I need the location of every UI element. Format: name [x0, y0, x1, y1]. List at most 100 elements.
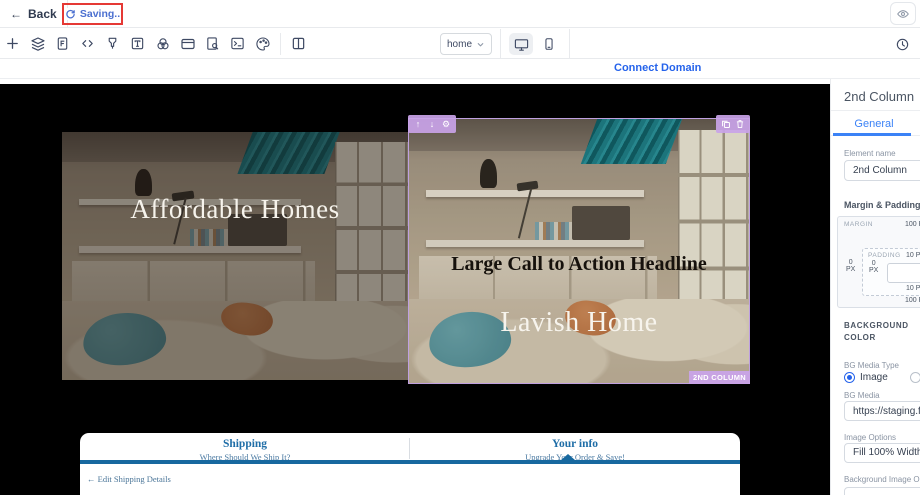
saving-button[interactable]: Saving.. — [64, 8, 121, 20]
margin-padding-label: Margin & Padding — [844, 200, 920, 210]
margin-left-value[interactable]: 0 PX — [846, 259, 855, 273]
selection-badge: 2ND COLUMN — [689, 371, 750, 384]
add-element-button[interactable] — [0, 31, 25, 57]
column2-headline[interactable]: Large Call to Action Headline — [409, 253, 749, 276]
domain-banner: Connect Domain — [0, 60, 920, 79]
content-value-input[interactable] — [887, 263, 920, 283]
padding-label: PADDING — [868, 252, 901, 259]
move-down-icon[interactable]: ↓ — [426, 117, 438, 131]
theme-button[interactable] — [250, 31, 275, 57]
form-icon — [57, 37, 68, 50]
device-toggle-group — [500, 29, 570, 59]
saving-annotation-box: Saving.. — [62, 3, 123, 25]
style-button[interactable] — [100, 31, 125, 57]
duplicate-icon[interactable] — [720, 117, 732, 131]
hero-column-1[interactable]: Affordable Homes — [62, 132, 408, 380]
margin-label: MARGIN — [844, 221, 873, 228]
back-button[interactable]: ← Back — [0, 7, 67, 21]
divider — [280, 32, 281, 55]
layers-icon — [30, 36, 45, 51]
page-selector-value: home — [447, 38, 473, 50]
bg-media-type-label: BG Media Type — [844, 361, 899, 370]
mobile-view-button[interactable] — [537, 33, 561, 55]
divider — [831, 110, 920, 111]
bg-media-type-options: Image Video — [844, 372, 920, 383]
bg-image-opacity-input[interactable] — [844, 487, 920, 495]
mobile-icon — [545, 38, 553, 50]
history-clock-icon — [896, 38, 908, 50]
terminal-icon — [231, 37, 244, 50]
margin-bottom-value[interactable]: 100 PX — [905, 297, 920, 304]
preview-button[interactable] — [890, 2, 916, 25]
image-options-label: Image Options — [844, 433, 897, 442]
move-up-icon[interactable]: ↑ — [412, 117, 424, 131]
image-options-select[interactable]: Fill 100% Width & He — [844, 443, 920, 463]
back-arrow-icon: ← — [10, 6, 22, 21]
bg-media-input[interactable] — [844, 401, 920, 421]
margin-top-value[interactable]: 100 PX — [905, 221, 920, 228]
code-button[interactable] — [75, 31, 100, 57]
radio-video[interactable] — [909, 372, 920, 383]
sync-icon — [66, 9, 75, 18]
step-title: Your info — [551, 438, 599, 450]
edit-shipping-link[interactable]: ← Edit Shipping Details — [87, 474, 171, 484]
page-selector[interactable]: home — [440, 33, 492, 55]
margin-padding-row[interactable]: Margin & Padding — [844, 199, 920, 211]
chevron-down-icon — [477, 42, 484, 46]
hero-column-2-selected[interactable]: Large Call to Action Headline Lavish Hom… — [408, 115, 750, 384]
bg-image-opacity-label: Background Image Opacity — [844, 475, 920, 484]
blend-button[interactable] — [150, 31, 175, 57]
margin-box: MARGIN 100 PX 0PX 100 PX PADDING 10 PX 0… — [837, 216, 920, 308]
selection-toolbar-right — [716, 115, 750, 133]
bg-media-label: BG Media — [844, 391, 880, 400]
step-title: Shipping — [222, 438, 268, 450]
page-canvas: Affordable Homes Large Call to Action He… — [0, 84, 830, 495]
columns-button[interactable] — [286, 31, 311, 57]
checkout-step-shipping[interactable]: Shipping Where Should We Ship It? — [80, 433, 410, 462]
padding-bottom-value[interactable]: 10 PX — [906, 285, 920, 292]
text-icon — [131, 37, 144, 50]
editor-window: ← Back Saving.. home Connect Domain Affo… — [0, 0, 920, 495]
element-name-input[interactable] — [844, 160, 920, 181]
delete-trash-icon[interactable] — [734, 117, 746, 131]
desktop-icon — [514, 38, 528, 51]
background-image — [409, 119, 749, 383]
history-button[interactable] — [890, 32, 914, 56]
padding-box: PADDING 10 PX 0PX 10 PX — [862, 248, 920, 296]
desktop-view-button[interactable] — [509, 33, 533, 55]
plus-icon — [7, 38, 18, 49]
progress-bar — [80, 460, 740, 464]
palette-icon — [255, 36, 270, 51]
settings-gear-icon[interactable]: ⚙ — [440, 117, 452, 131]
sidebar-title: 2nd Column — [844, 89, 915, 104]
back-label: Back — [28, 6, 57, 21]
active-tab-underline — [833, 133, 911, 136]
image-overlay — [62, 132, 408, 380]
form-button[interactable] — [50, 31, 75, 57]
checkout-card: Shipping Where Should We Ship It? Your i… — [80, 433, 740, 495]
padding-top-value[interactable]: 10 PX — [906, 252, 920, 259]
pen-nib-icon — [108, 37, 117, 49]
layers-button[interactable] — [25, 31, 50, 57]
selection-toolbar-left: ↑ ↓ ⚙ — [408, 115, 456, 133]
top-bar: ← Back Saving.. — [0, 0, 920, 28]
image-overlay — [409, 119, 749, 383]
connect-domain-link[interactable]: Connect Domain — [614, 62, 701, 74]
split-columns-icon — [292, 37, 305, 50]
settings-sidebar: 2nd Column General Element name Margin &… — [830, 79, 920, 495]
column1-headline[interactable]: Affordable Homes — [62, 194, 408, 225]
blend-circles-icon — [156, 37, 169, 49]
page-audit-button[interactable] — [200, 31, 225, 57]
radio-image[interactable] — [844, 372, 855, 383]
background-color-heading: BACKGROUND COLOR — [844, 321, 909, 343]
column2-subheadline[interactable]: Lavish Home — [409, 307, 749, 339]
element-toolbar: home — [0, 29, 920, 59]
text-button[interactable] — [125, 31, 150, 57]
eye-icon — [897, 9, 909, 18]
checkout-step-your-info[interactable]: Your info Upgrade Your Order & Save! — [410, 433, 740, 462]
embed-button[interactable] — [225, 31, 250, 57]
page-search-icon — [207, 37, 219, 50]
section-button[interactable] — [175, 31, 200, 57]
padding-left-value[interactable]: 0 PX — [869, 260, 878, 274]
tab-general[interactable]: General — [831, 118, 917, 130]
